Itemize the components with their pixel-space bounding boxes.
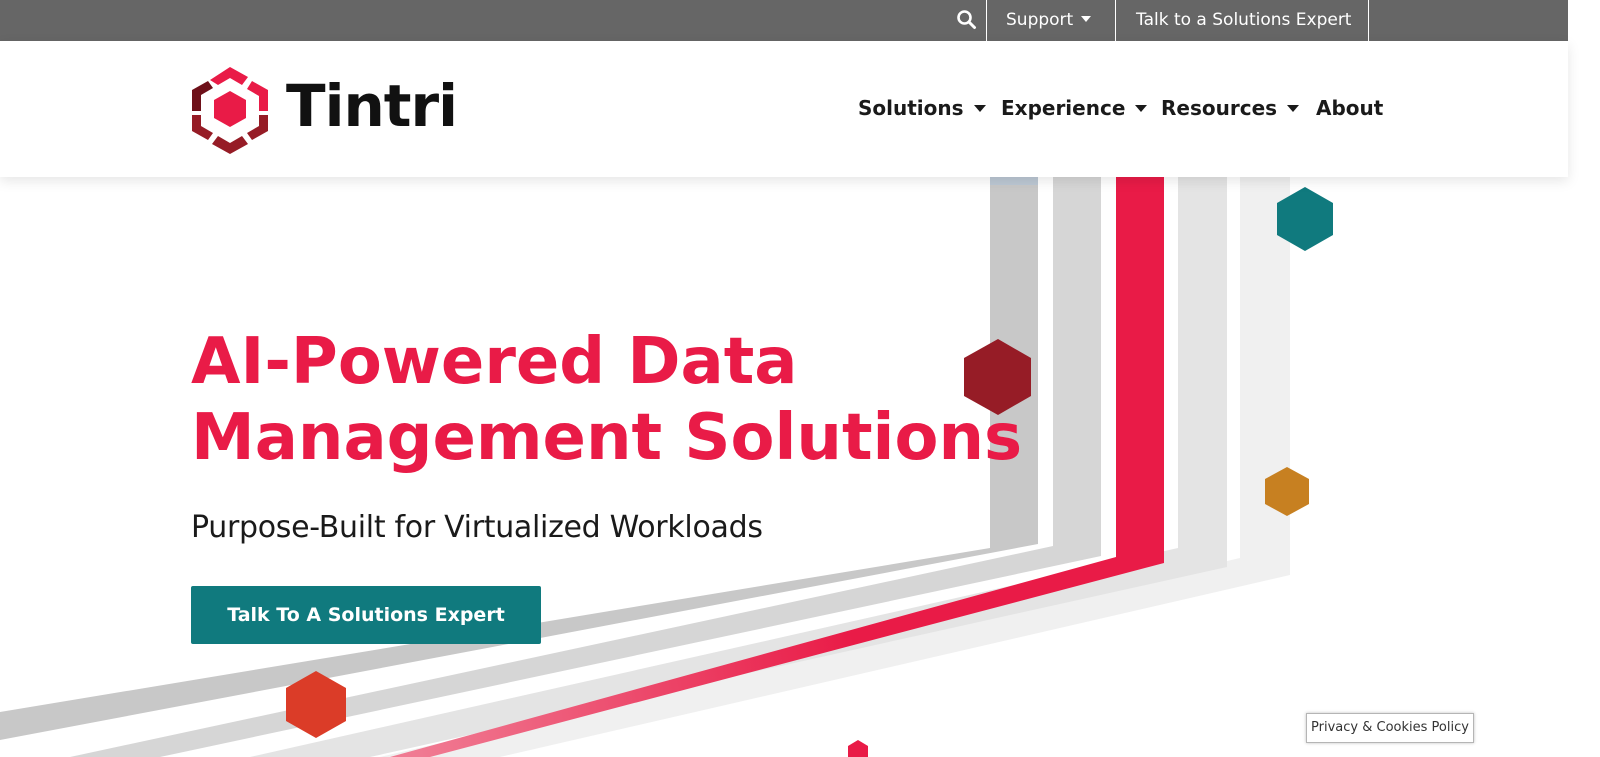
nav-solutions[interactable]: Solutions: [858, 93, 986, 123]
logo-wordmark: Tintri: [286, 72, 458, 140]
nav-about-label: About: [1316, 96, 1384, 120]
tintri-logo[interactable]: Tintri: [190, 65, 458, 155]
hexagon-partial-pink: [848, 740, 868, 757]
nav-experience-label: Experience: [1001, 96, 1126, 120]
hero-title-line-2: Management Solutions: [191, 401, 1023, 475]
nav-experience[interactable]: Experience: [1001, 93, 1148, 123]
chevron-down-icon: [1135, 105, 1148, 112]
chevron-down-icon: [973, 105, 986, 112]
page-scrollbar[interactable]: [1568, 0, 1600, 757]
hero-subtitle: Purpose-Built for Virtualized Workloads: [191, 510, 763, 545]
chevron-down-icon: [1287, 105, 1300, 112]
privacy-cookies-policy-link[interactable]: Privacy & Cookies Policy: [1306, 713, 1474, 743]
nav-resources-label: Resources: [1161, 96, 1278, 120]
nav-solutions-label: Solutions: [858, 96, 964, 120]
nav-resources[interactable]: Resources: [1161, 93, 1300, 123]
hero-title: AI-Powered Data Management Solutions: [191, 324, 1022, 476]
site-header: Tintri Solutions Experience Resources Ab…: [0, 41, 1568, 177]
hero-title-line-1: AI-Powered Data: [191, 325, 798, 399]
nav-about[interactable]: About: [1316, 93, 1383, 123]
logo-hexagon-icon: [192, 67, 268, 154]
talk-to-expert-button[interactable]: Talk To A Solutions Expert: [191, 586, 541, 644]
